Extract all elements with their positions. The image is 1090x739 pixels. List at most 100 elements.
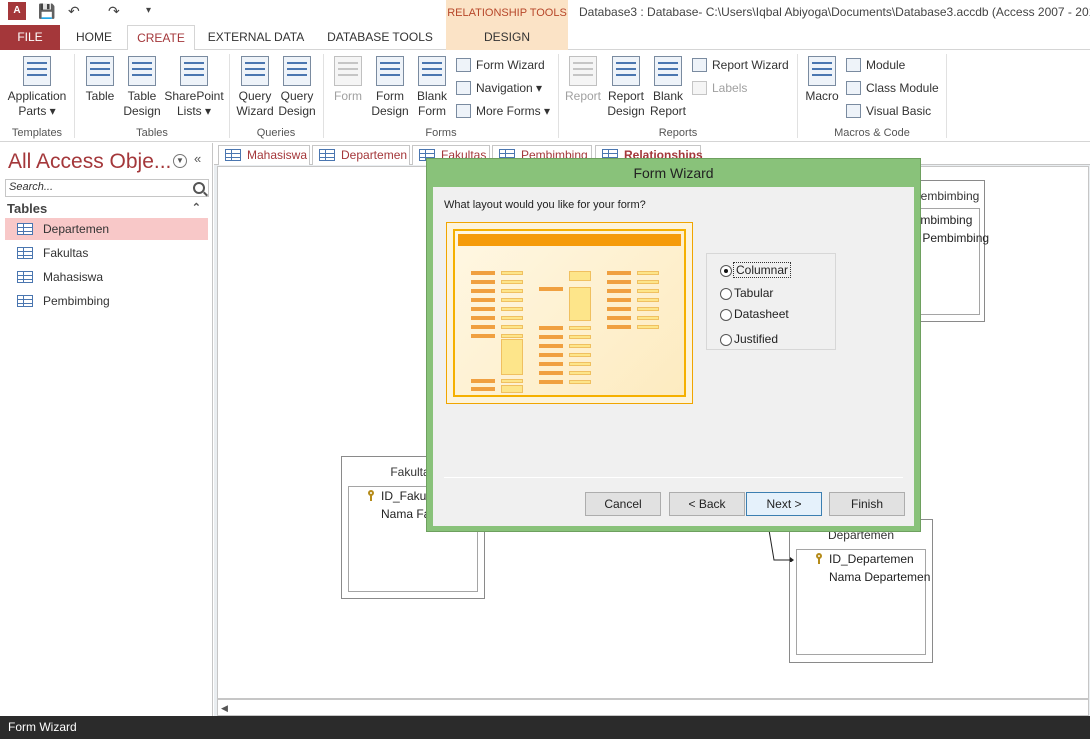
application-parts-button[interactable]: Application Parts ▾: [4, 56, 70, 119]
form-wizard-button[interactable]: Form Wizard: [456, 56, 545, 74]
doc-tab-departemen[interactable]: Departemen: [312, 145, 410, 165]
module-button[interactable]: Module: [846, 56, 905, 74]
table-design-button[interactable]: Table Design: [122, 56, 162, 119]
radio-columnar[interactable]: Columnar: [720, 262, 792, 278]
radio-tabular[interactable]: Tabular: [720, 285, 773, 301]
module-icon: [846, 58, 861, 72]
query-design-icon: [283, 56, 311, 86]
table-icon: [17, 295, 33, 307]
ribbon-tabs: FILE HOME CREATE EXTERNAL DATA DATABASE …: [0, 25, 1090, 51]
radio-icon[interactable]: [720, 288, 732, 300]
preview-field: [471, 271, 495, 275]
scroll-left-icon[interactable]: ◀: [221, 703, 228, 714]
preview-field: [637, 280, 659, 284]
search-icon[interactable]: [193, 182, 205, 194]
cancel-button[interactable]: Cancel: [585, 492, 661, 516]
save-icon[interactable]: 💾: [38, 3, 55, 20]
next-button[interactable]: Next >: [746, 492, 822, 516]
preview-field: [501, 334, 523, 338]
report-icon: [569, 56, 597, 86]
form-design-button[interactable]: Form Design: [370, 56, 410, 119]
preview-field: [501, 298, 523, 302]
report-wizard-icon: [692, 58, 707, 72]
tab-create[interactable]: CREATE: [127, 25, 195, 51]
nav-item-mahasiswa[interactable]: Mahasiswa: [5, 266, 208, 288]
tab-database-tools[interactable]: DATABASE TOOLS: [320, 25, 440, 50]
preview-field: [539, 362, 563, 366]
macro-icon: [808, 56, 836, 86]
customize-qat-icon[interactable]: ▾: [146, 5, 151, 16]
visual-basic-button[interactable]: Visual Basic: [846, 102, 931, 120]
report-wizard-button[interactable]: Report Wizard: [692, 56, 789, 74]
redo-icon[interactable]: ↷: [108, 3, 120, 20]
form-icon: [334, 56, 362, 86]
navigation-button[interactable]: Navigation ▾: [456, 79, 542, 97]
finish-button[interactable]: Finish: [829, 492, 905, 516]
preview-field: [569, 344, 591, 348]
blank-form-button[interactable]: Blank Form: [412, 56, 452, 119]
nav-pane-title[interactable]: All Access Obje...: [8, 150, 171, 174]
chevron-up-icon[interactable]: ⌃: [192, 201, 201, 214]
preview-field: [471, 280, 495, 284]
layout-preview: [446, 222, 693, 404]
tab-external-data[interactable]: EXTERNAL DATA: [200, 25, 312, 50]
preview-frame: [453, 229, 686, 397]
preview-field: [539, 353, 563, 357]
tab-home[interactable]: HOME: [66, 25, 122, 50]
chevron-down-icon[interactable]: ▼: [173, 154, 187, 168]
tab-design[interactable]: DESIGN: [446, 25, 568, 50]
preview-field: [501, 379, 523, 383]
radio-datasheet[interactable]: Datasheet: [720, 306, 789, 322]
radio-justified[interactable]: Justified: [720, 331, 778, 347]
dialog-title[interactable]: Form Wizard: [427, 159, 920, 187]
nav-item-pembimbing[interactable]: Pembimbing: [5, 290, 208, 312]
field-id-departemen[interactable]: ID_Departemen: [829, 552, 914, 566]
nav-group-tables[interactable]: Tables ⌃: [7, 201, 207, 216]
navigation-pane: All Access Obje... ▼ « Search... Tables …: [0, 143, 213, 716]
radio-icon[interactable]: [720, 334, 732, 346]
query-design-button[interactable]: Query Design: [277, 56, 317, 119]
table-box-departemen[interactable]: Departemen ID_Departemen Nama Departemen: [789, 519, 933, 663]
preview-field: [637, 316, 659, 320]
search-placeholder: Search...: [9, 181, 54, 193]
nav-item-departemen[interactable]: Departemen: [5, 218, 208, 240]
preview-field: [501, 307, 523, 311]
preview-field: [471, 334, 495, 338]
search-input[interactable]: Search...: [5, 179, 209, 197]
report-button: Report: [563, 56, 603, 104]
radio-icon[interactable]: [720, 265, 732, 277]
nav-item-fakultas[interactable]: Fakultas: [5, 242, 208, 264]
horizontal-scrollbar[interactable]: ◀: [217, 699, 1089, 716]
table-design-icon: [128, 56, 156, 86]
preview-field: [471, 387, 495, 391]
sharepoint-lists-button[interactable]: SharePoint Lists ▾: [164, 56, 224, 119]
group-reports: Reports: [658, 127, 698, 139]
more-forms-icon: [456, 104, 471, 118]
table-icon: [225, 149, 241, 161]
preview-field: [471, 307, 495, 311]
blank-report-button[interactable]: Blank Report: [648, 56, 688, 119]
field-nama-departemen[interactable]: Nama Departemen: [829, 570, 930, 584]
form-button: Form: [329, 56, 367, 104]
table-icon: [17, 223, 33, 235]
back-button[interactable]: < Back: [669, 492, 745, 516]
undo-icon[interactable]: ↶: [68, 3, 80, 20]
preview-field: [569, 271, 591, 281]
preview-field: [539, 371, 563, 375]
preview-field: [637, 298, 659, 302]
tab-file[interactable]: FILE: [0, 25, 60, 50]
labels-button: Labels: [692, 79, 747, 97]
macro-button[interactable]: Macro: [802, 56, 842, 104]
table-button[interactable]: Table: [80, 56, 120, 104]
preview-field: [637, 325, 659, 329]
radio-icon[interactable]: [720, 309, 732, 321]
preview-header-bar: [458, 234, 681, 246]
group-templates: Templates: [11, 127, 63, 139]
table-icon: [17, 247, 33, 259]
collapse-icon[interactable]: «: [194, 151, 201, 166]
more-forms-button[interactable]: More Forms ▾: [456, 102, 550, 120]
doc-tab-mahasiswa[interactable]: Mahasiswa: [218, 145, 310, 165]
query-wizard-button[interactable]: Query Wizard: [235, 56, 275, 119]
report-design-button[interactable]: Report Design: [605, 56, 647, 119]
class-module-button[interactable]: Class Module: [846, 79, 939, 97]
